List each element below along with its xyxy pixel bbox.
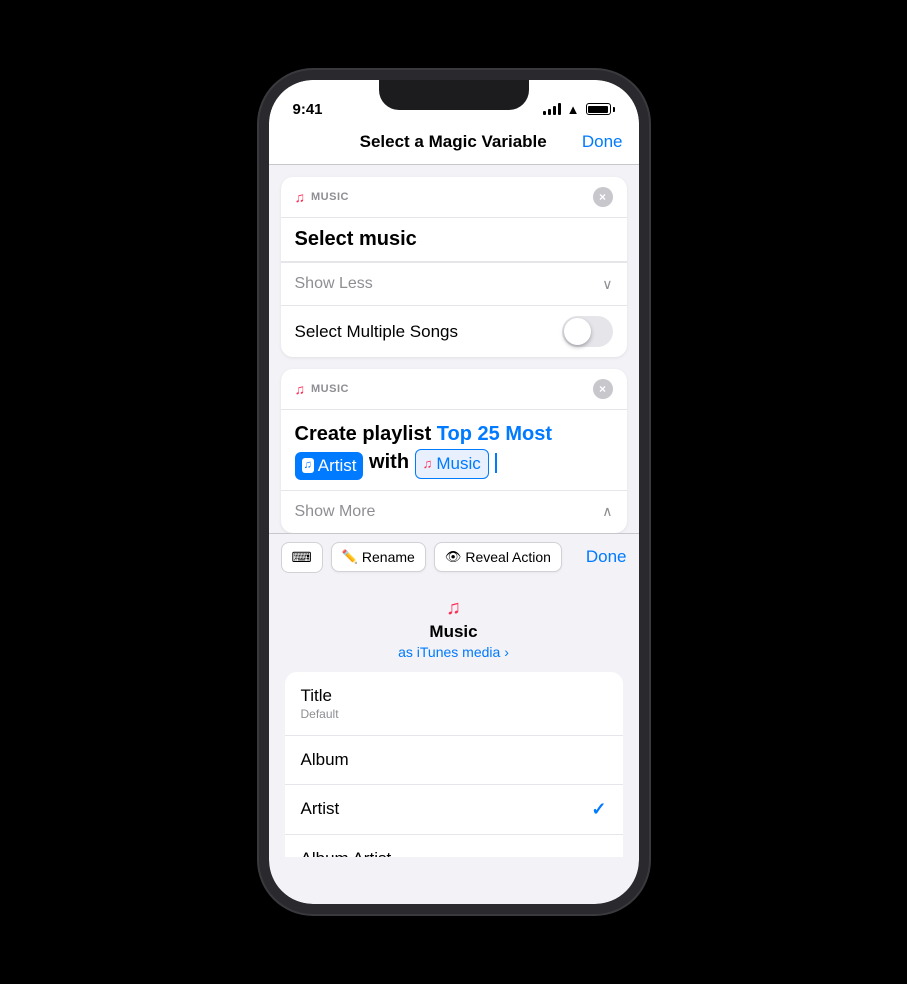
itunes-media-link[interactable]: as iTunes media › bbox=[398, 644, 509, 660]
select-music-card: ♫ MUSIC × Select music Show Less ∨ Selec… bbox=[281, 177, 627, 357]
artist-tag-icon: ♫ bbox=[302, 458, 314, 473]
wifi-icon: ▲ bbox=[567, 102, 580, 117]
var-item-name: Title bbox=[301, 686, 339, 706]
music-tag[interactable]: ♫ Music bbox=[415, 449, 489, 479]
variable-panel: ♫ Music as iTunes media › TitleDefault Al… bbox=[269, 581, 639, 857]
list-item[interactable]: Album Artist bbox=[285, 835, 623, 857]
card1-close-button[interactable]: × bbox=[593, 187, 613, 207]
toolbar-done-button[interactable]: Done bbox=[586, 547, 627, 567]
var-item-name: Artist bbox=[301, 799, 340, 819]
chevron-up-icon: ∧ bbox=[602, 503, 612, 520]
variable-music-icon: ♫ bbox=[446, 597, 461, 620]
signal-icon bbox=[543, 103, 561, 115]
var-item-name: Album bbox=[301, 750, 349, 770]
show-more-button[interactable]: Show More ∧ bbox=[281, 490, 627, 533]
playlist-content: Create playlist Top 25 Most ♫ Artist wit… bbox=[281, 410, 627, 490]
card2-section-label: MUSIC bbox=[311, 383, 349, 395]
pencil-icon: ✏️ bbox=[342, 549, 358, 565]
eye-icon: 👁 bbox=[445, 549, 462, 565]
keyboard-icon: ⌨ bbox=[292, 549, 312, 566]
list-item[interactable]: Album bbox=[285, 736, 623, 785]
itunes-media-text: as iTunes media bbox=[398, 644, 500, 660]
chevron-right-icon: › bbox=[504, 644, 509, 660]
artist-tag-label: Artist bbox=[318, 454, 357, 478]
card1-section-label: MUSIC bbox=[311, 191, 349, 203]
list-item[interactable]: TitleDefault bbox=[285, 672, 623, 736]
artist-tag[interactable]: ♫ Artist bbox=[295, 452, 364, 480]
list-item[interactable]: Artist ✓ bbox=[285, 785, 623, 835]
variable-list: TitleDefaultAlbumArtist✓Album ArtistGenr… bbox=[285, 672, 623, 857]
card2-label-row: ♫ MUSIC bbox=[295, 381, 349, 397]
create-playlist-card: ♫ MUSIC × Create playlist Top 25 Most ♫ … bbox=[281, 369, 627, 533]
top25-text: Top 25 Most bbox=[437, 423, 552, 445]
rename-label: Rename bbox=[362, 549, 415, 565]
show-more-label: Show More bbox=[295, 503, 376, 521]
select-multiple-row: Select Multiple Songs bbox=[281, 305, 627, 357]
card1-header: ♫ MUSIC × bbox=[281, 177, 627, 218]
checkmark-icon: ✓ bbox=[591, 799, 606, 820]
rename-button[interactable]: ✏️ Rename bbox=[331, 542, 426, 572]
show-less-label: Show Less bbox=[295, 275, 373, 293]
text-cursor bbox=[495, 453, 497, 473]
phone-frame: 9:41 ▲ Select a Magic Variable Done bbox=[259, 70, 649, 914]
chevron-down-icon: ∨ bbox=[602, 276, 612, 293]
reveal-label: Reveal Action bbox=[465, 549, 551, 565]
editing-toolbar: ⌨ ✏️ Rename 👁 Reveal Action Done bbox=[269, 533, 639, 581]
var-item-sub: Default bbox=[301, 707, 339, 721]
reveal-action-button[interactable]: 👁 Reveal Action bbox=[434, 542, 562, 572]
card1-label-row: ♫ MUSIC bbox=[295, 189, 349, 205]
battery-icon bbox=[586, 103, 615, 115]
content-area: ♫ MUSIC × Select music Show Less ∨ Selec… bbox=[269, 165, 639, 857]
select-multiple-toggle[interactable] bbox=[562, 316, 613, 347]
with-text: with bbox=[369, 451, 415, 473]
toggle-knob bbox=[564, 318, 591, 345]
music-tag-icon: ♫ bbox=[423, 455, 433, 473]
music-tag-label: Music bbox=[436, 452, 480, 476]
notch bbox=[379, 80, 529, 110]
card2-header: ♫ MUSIC × bbox=[281, 369, 627, 410]
variable-title: Music bbox=[429, 622, 477, 642]
status-icons: ▲ bbox=[543, 102, 615, 117]
nav-header: Select a Magic Variable Done bbox=[269, 124, 639, 165]
card2-close-button[interactable]: × bbox=[593, 379, 613, 399]
status-time: 9:41 bbox=[293, 101, 323, 118]
page-title: Select a Magic Variable bbox=[360, 132, 547, 152]
music-note-icon-2: ♫ bbox=[295, 381, 306, 397]
card1-title: Select music bbox=[281, 218, 627, 262]
select-multiple-label: Select Multiple Songs bbox=[295, 322, 458, 342]
keyboard-button[interactable]: ⌨ bbox=[281, 542, 323, 573]
variable-header: ♫ Music as iTunes media › bbox=[285, 597, 623, 660]
screen: 9:41 ▲ Select a Magic Variable Done bbox=[269, 80, 639, 904]
show-less-button[interactable]: Show Less ∨ bbox=[281, 262, 627, 305]
header-done-button[interactable]: Done bbox=[582, 132, 623, 152]
music-note-icon: ♫ bbox=[295, 189, 306, 205]
var-item-name: Album Artist bbox=[301, 849, 392, 857]
create-playlist-text: Create playlist bbox=[295, 423, 432, 445]
